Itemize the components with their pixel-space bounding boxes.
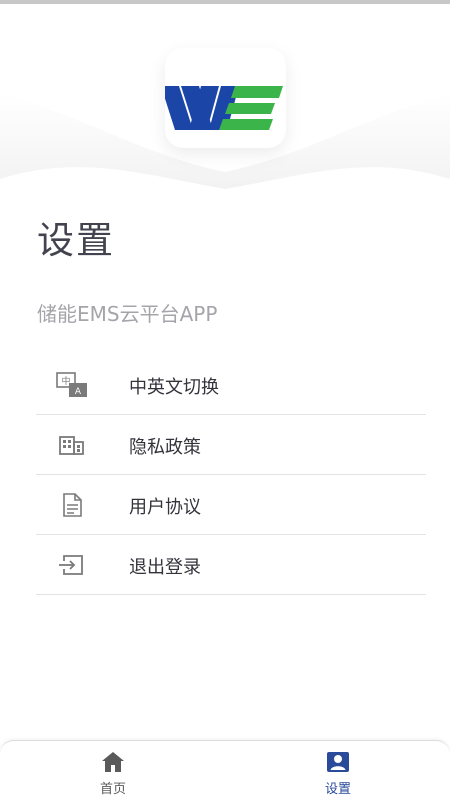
page-title: 设置 xyxy=(37,219,115,262)
bottom-tab-bar: 首页 设置 xyxy=(0,740,450,801)
menu-item-label: 用户协议 xyxy=(129,497,201,518)
app-subtitle: 储能EMS云平台APP xyxy=(37,302,218,326)
menu-item-label: 退出登录 xyxy=(129,557,201,578)
menu-item-privacy-policy[interactable]: 隐私政策 xyxy=(36,415,426,475)
menu-item-label: 隐私政策 xyxy=(129,437,201,458)
building-icon xyxy=(59,436,84,455)
menu-item-user-agreement[interactable]: 用户协议 xyxy=(36,475,426,535)
account-box-icon xyxy=(327,752,349,772)
document-icon xyxy=(63,493,82,517)
menu-item-label: 中英文切换 xyxy=(129,377,219,398)
app-logo xyxy=(165,48,286,148)
menu-item-language-switch[interactable]: 中 A 中英文切换 xyxy=(36,355,426,415)
tab-settings-label: 设置 xyxy=(324,782,351,797)
language-switch-icon: 中 A xyxy=(56,372,87,397)
tab-home-label: 首页 xyxy=(99,782,126,797)
menu-item-logout[interactable]: 退出登录 xyxy=(36,535,426,595)
svg-text:A: A xyxy=(75,387,82,397)
home-icon xyxy=(102,752,124,772)
tab-settings[interactable]: 设置 xyxy=(288,741,388,801)
logout-icon xyxy=(59,555,83,575)
tab-home[interactable]: 首页 xyxy=(63,741,163,801)
settings-menu: 中 A 中英文切换 隐私政策 用户协议 退出登录 xyxy=(36,355,426,595)
